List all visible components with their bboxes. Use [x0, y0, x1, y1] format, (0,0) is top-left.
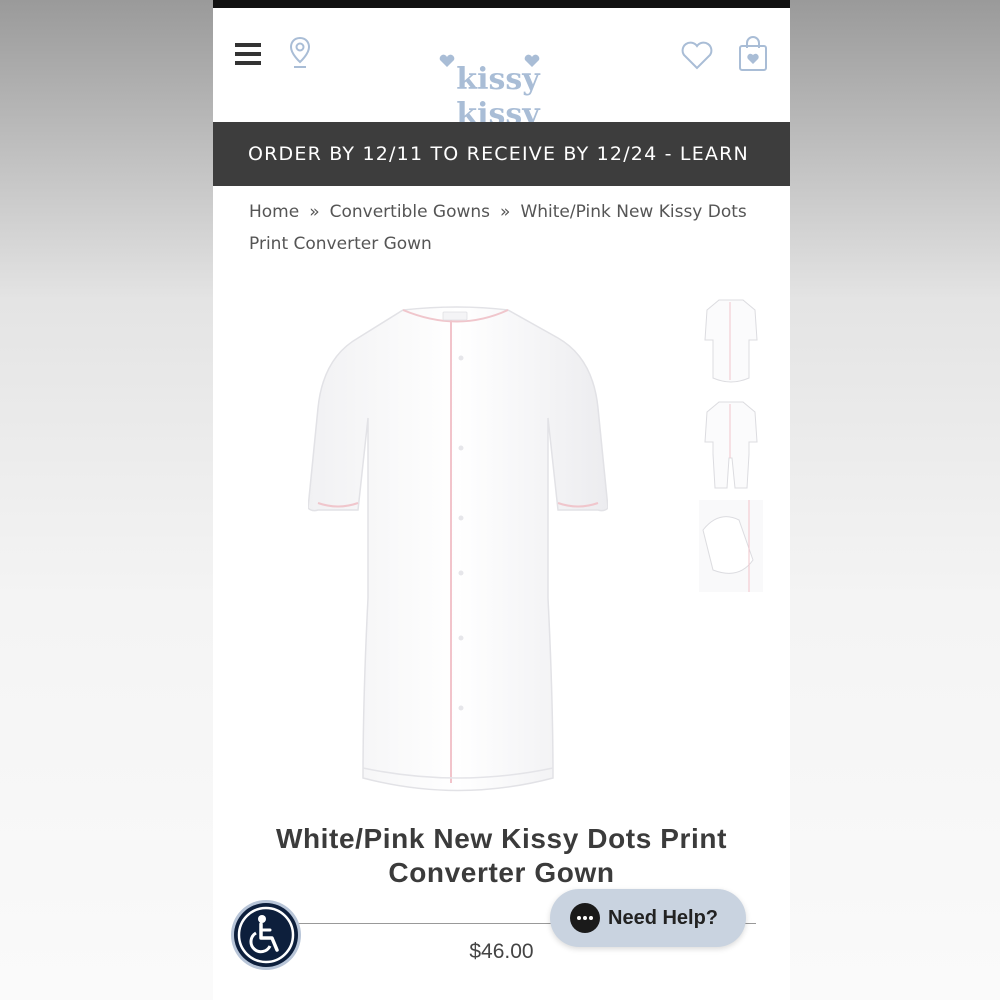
- product-title: White/Pink New Kissy Dots Print Converte…: [275, 823, 728, 888]
- breadcrumb-separator: »: [309, 202, 320, 222]
- mobile-page: kissy kissy ORDER BY 12/11 TO RECEIVE BY…: [213, 0, 790, 1000]
- product-thumbnail[interactable]: [699, 398, 763, 490]
- product-main-image[interactable]: [307, 298, 609, 808]
- breadcrumb-separator: »: [500, 202, 511, 222]
- need-help-label: Need Help?: [608, 907, 719, 929]
- product-thumbnail[interactable]: [699, 500, 763, 592]
- promo-text: ORDER BY 12/11 TO RECEIVE BY 12/24 - LEA…: [248, 143, 749, 165]
- promo-banner[interactable]: ORDER BY 12/11 TO RECEIVE BY 12/24 - LEA…: [213, 122, 790, 186]
- accessibility-icon: [237, 906, 295, 964]
- accessibility-button[interactable]: [234, 903, 298, 967]
- breadcrumb-category[interactable]: Convertible Gowns: [330, 202, 490, 222]
- menu-icon[interactable]: [235, 42, 261, 66]
- shopping-bag-icon[interactable]: [737, 36, 769, 72]
- brand-logo[interactable]: kissy kissy: [413, 48, 583, 132]
- breadcrumb-home[interactable]: Home: [249, 202, 299, 222]
- need-help-chat-button[interactable]: Need Help?: [550, 889, 746, 947]
- breadcrumb: Home » Convertible Gowns » White/Pink New Ki…: [249, 196, 759, 260]
- status-bar: [213, 0, 790, 8]
- product-thumbnail[interactable]: [699, 296, 763, 388]
- breadcrumb-current: White/Pink New Kissy Dots Print Converte…: [249, 202, 747, 254]
- chat-bubble-icon: [570, 903, 600, 933]
- wishlist-heart-icon[interactable]: [680, 40, 714, 70]
- location-pin-icon[interactable]: [289, 36, 311, 70]
